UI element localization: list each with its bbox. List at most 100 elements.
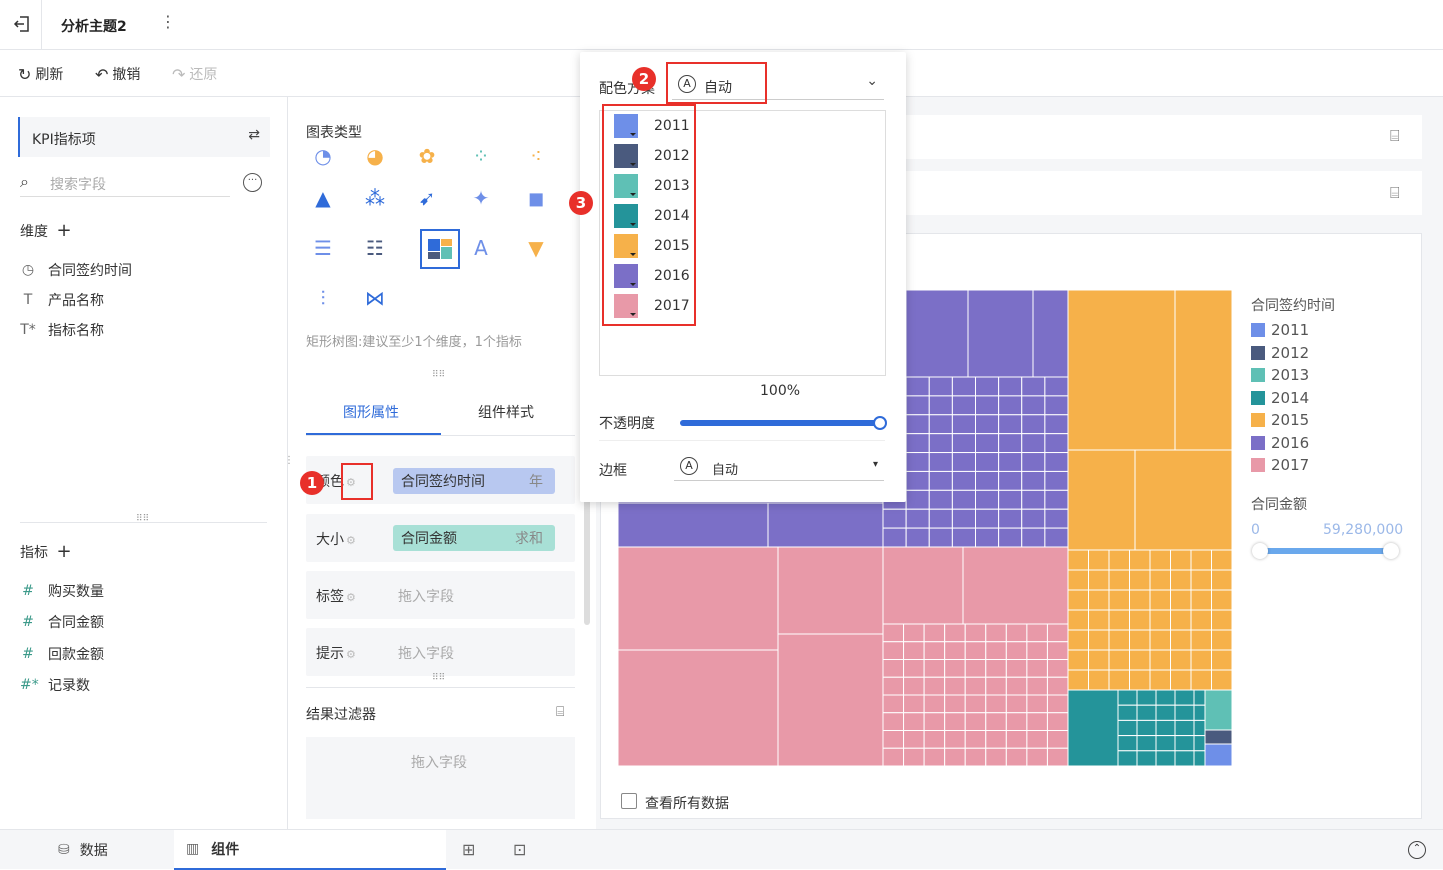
treemap-cell[interactable] (923, 641, 946, 660)
treemap-cell[interactable] (951, 433, 976, 454)
treemap-cell[interactable] (1108, 569, 1130, 591)
treemap-cell[interactable] (1067, 629, 1089, 651)
filter-icon[interactable]: ⌸ (1390, 126, 1400, 146)
funnel-icon[interactable]: ▼ (519, 231, 553, 265)
tag-well[interactable]: 标签 ⚙ 拖入字段 (306, 571, 575, 619)
treemap-cell[interactable] (1170, 549, 1192, 571)
treemap-cell[interactable] (1088, 609, 1110, 631)
legend-item[interactable]: 2015 (1251, 411, 1309, 429)
treemap-cell[interactable] (1155, 750, 1176, 766)
treemap-cell[interactable] (1021, 376, 1046, 397)
border-select[interactable]: A 自动 ▾ (674, 455, 884, 481)
filter-icon[interactable]: ⌸ (556, 704, 564, 720)
tab-graphic-properties[interactable]: 图形属性 (343, 402, 399, 422)
treemap-cell[interactable] (928, 489, 953, 510)
treemap-cell[interactable] (951, 527, 976, 548)
treemap-cell[interactable] (1204, 729, 1232, 745)
treemap-cell[interactable] (1108, 589, 1130, 611)
treemap-cell[interactable] (967, 290, 1034, 378)
treemap-cell[interactable] (1021, 395, 1046, 416)
treemap-cell[interactable] (1136, 689, 1157, 706)
treemap-cell[interactable] (1067, 449, 1136, 551)
point-map-icon[interactable]: ⁂ (358, 181, 392, 215)
treemap-cell[interactable] (903, 641, 925, 660)
treemap-cell[interactable] (1174, 290, 1232, 451)
treemap-cell[interactable] (1067, 569, 1089, 591)
treemap-cell[interactable] (1149, 549, 1171, 571)
treemap-cell[interactable] (964, 641, 987, 660)
treemap-cell[interactable] (1021, 489, 1046, 510)
treemap-cell[interactable] (1117, 689, 1138, 706)
treemap-cell[interactable] (944, 730, 966, 749)
treemap-cell[interactable] (1005, 676, 1028, 696)
treemap-cell[interactable] (1026, 747, 1048, 766)
word-cloud-icon[interactable]: A (464, 231, 498, 265)
treemap-cell[interactable] (1088, 629, 1110, 651)
treemap-cell[interactable] (1044, 433, 1069, 454)
treemap-cell[interactable] (1108, 609, 1130, 631)
treemap-cell[interactable] (928, 395, 953, 416)
treemap-cell[interactable] (905, 433, 930, 454)
treemap-cell[interactable] (905, 508, 930, 529)
treemap-cell[interactable] (923, 659, 946, 678)
treemap-cell[interactable] (985, 676, 1007, 696)
treemap-cell[interactable] (905, 452, 930, 472)
size-range-slider[interactable] (1260, 548, 1391, 554)
treemap-cell[interactable] (1046, 641, 1069, 660)
treemap-cell[interactable] (1108, 669, 1130, 691)
treemap-cell[interactable] (1005, 623, 1028, 643)
treemap-cell[interactable] (1136, 719, 1157, 737)
opacity-slider-track[interactable] (680, 420, 880, 426)
measure-item[interactable]: # 回款金额 (20, 644, 104, 664)
treemap-cell[interactable] (903, 659, 925, 678)
treemap-cell[interactable] (1204, 689, 1232, 731)
treemap-cell[interactable] (1026, 712, 1048, 731)
treemap-cell[interactable] (1190, 589, 1212, 611)
treemap-cell[interactable] (1005, 730, 1028, 749)
treemap-cell[interactable] (1044, 527, 1069, 548)
dimension-item[interactable]: T* 指标名称 (20, 320, 104, 340)
treemap-cell[interactable] (1155, 689, 1176, 706)
treemap-cell[interactable] (944, 641, 966, 660)
treemap-cell[interactable] (975, 489, 1000, 510)
treemap-cell[interactable] (905, 395, 930, 416)
treemap-cell[interactable] (964, 694, 987, 714)
treemap-cell[interactable] (903, 694, 925, 714)
treemap-cell[interactable] (985, 623, 1007, 643)
treemap-cell[interactable] (618, 546, 779, 651)
treemap-cell[interactable] (1026, 623, 1048, 643)
treemap-cell[interactable] (1032, 290, 1069, 378)
treemap-cell[interactable] (903, 623, 925, 643)
donut-chart-icon[interactable]: ◕ (358, 148, 392, 168)
treemap-cell[interactable] (1174, 719, 1195, 737)
treemap-cell[interactable] (1174, 750, 1195, 766)
treemap-cell[interactable] (1067, 549, 1089, 571)
treemap-cell[interactable] (618, 502, 769, 548)
sankey-icon[interactable]: ⋈ (358, 281, 392, 315)
treemap-cell[interactable] (1046, 676, 1069, 696)
treemap-cell[interactable] (1046, 694, 1069, 714)
treemap-cell[interactable] (1211, 609, 1233, 631)
treemap-cell[interactable] (1129, 569, 1151, 591)
treemap-cell[interactable] (998, 433, 1023, 454)
treemap-cell[interactable] (923, 694, 946, 714)
treemap-cell[interactable] (1088, 649, 1110, 671)
legend-item[interactable]: 2017 (1251, 456, 1309, 474)
treemap-cell[interactable] (944, 676, 966, 696)
treemap-cell[interactable] (1088, 669, 1110, 691)
treemap-cell[interactable] (1044, 395, 1069, 416)
treemap-cell[interactable] (882, 527, 907, 548)
treemap-cell[interactable] (944, 747, 966, 766)
treemap-cell[interactable] (944, 694, 966, 714)
treemap-cell[interactable] (1149, 649, 1171, 671)
treemap-cell[interactable] (975, 414, 1000, 435)
treemap-cell[interactable] (998, 489, 1023, 510)
treemap-cell[interactable] (1088, 569, 1110, 591)
treemap-cell[interactable] (951, 376, 976, 397)
treemap-cell[interactable] (1211, 549, 1233, 571)
treemap-cell[interactable] (882, 641, 905, 660)
heat-map-icon[interactable]: ✦ (464, 181, 498, 215)
slider-handle-max[interactable] (1383, 543, 1399, 559)
treemap-cell[interactable] (923, 623, 946, 643)
treemap-cell[interactable] (1129, 609, 1151, 631)
